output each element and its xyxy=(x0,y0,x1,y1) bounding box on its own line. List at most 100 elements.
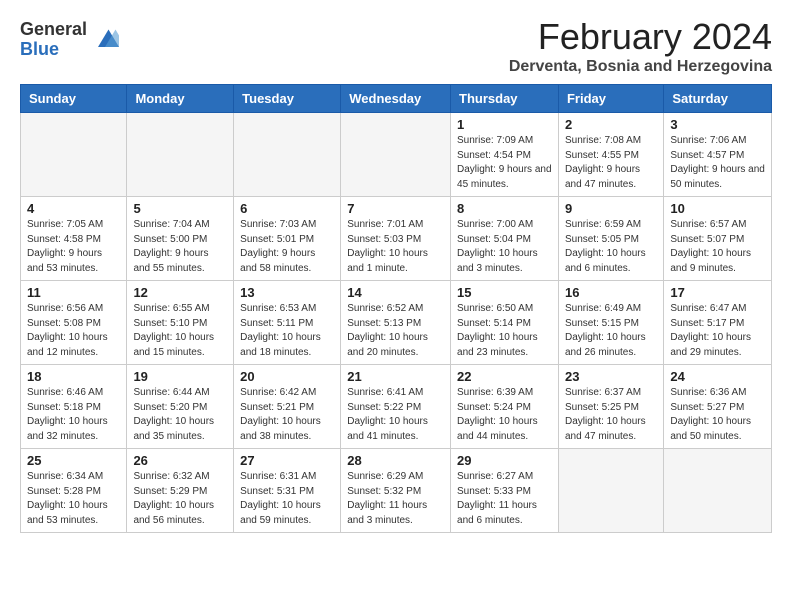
logo-blue: Blue xyxy=(20,40,87,60)
month-title: February 2024 xyxy=(509,16,772,58)
calendar-week-row: 1Sunrise: 7:09 AM Sunset: 4:54 PM Daylig… xyxy=(21,113,772,197)
calendar-header-row: SundayMondayTuesdayWednesdayThursdayFrid… xyxy=(21,85,772,113)
day-number: 9 xyxy=(565,201,657,216)
day-number: 20 xyxy=(240,369,334,384)
day-number: 19 xyxy=(133,369,227,384)
calendar-week-row: 4Sunrise: 7:05 AM Sunset: 4:58 PM Daylig… xyxy=(21,197,772,281)
day-number: 10 xyxy=(670,201,765,216)
col-header-saturday: Saturday xyxy=(664,85,772,113)
day-number: 24 xyxy=(670,369,765,384)
day-info: Sunrise: 7:09 AM Sunset: 4:54 PM Dayligh… xyxy=(457,134,552,192)
calendar-cell: 21 Sunrise: 6:41 AM Sunset: 5:22 PM Dayli… xyxy=(341,365,451,449)
day-info: Sunrise: 6:42 AM Sunset: 5:21 PM Dayligh… xyxy=(240,386,334,444)
day-number: 13 xyxy=(240,285,334,300)
day-info: Sunrise: 7:00 AM Sunset: 5:04 PM Dayligh… xyxy=(457,218,552,276)
day-number: 2 xyxy=(565,117,657,132)
day-number: 26 xyxy=(133,453,227,468)
calendar-cell: 7 Sunrise: 7:01 AM Sunset: 5:03 PM Daylig… xyxy=(341,197,451,281)
calendar-cell: 6 Sunrise: 7:03 AM Sunset: 5:01 PM Daylig… xyxy=(234,197,341,281)
day-info: Sunrise: 7:01 AM Sunset: 5:03 PM Dayligh… xyxy=(347,218,444,276)
day-info: Sunrise: 6:53 AM Sunset: 5:11 PM Dayligh… xyxy=(240,302,334,360)
day-number: 25 xyxy=(27,453,120,468)
day-number: 11 xyxy=(27,285,120,300)
day-number: 3 xyxy=(670,117,765,132)
calendar-cell: 10 Sunrise: 6:57 AM Sunset: 5:07 PM Dayli… xyxy=(664,197,772,281)
day-info: Sunrise: 6:36 AM Sunset: 5:27 PM Dayligh… xyxy=(670,386,765,444)
day-info: Sunrise: 7:06 AM Sunset: 4:57 PM Dayligh… xyxy=(670,134,765,192)
calendar-cell: 17 Sunrise: 6:47 AM Sunset: 5:17 PM Dayli… xyxy=(664,281,772,365)
day-number: 21 xyxy=(347,369,444,384)
calendar-cell: 3 Sunrise: 7:06 AM Sunset: 4:57 PM Daylig… xyxy=(664,113,772,197)
calendar-week-row: 25Sunrise: 6:34 AM Sunset: 5:28 PM Dayli… xyxy=(21,449,772,533)
day-info: Sunrise: 7:03 AM Sunset: 5:01 PM Dayligh… xyxy=(240,218,334,276)
calendar-week-row: 18 Sunrise: 6:46 AM Sunset: 5:18 PM Dayli… xyxy=(21,365,772,449)
calendar-cell xyxy=(127,113,234,197)
day-info: Sunrise: 6:31 AM Sunset: 5:31 PM Dayligh… xyxy=(240,470,334,528)
day-number: 17 xyxy=(670,285,765,300)
day-info: Sunrise: 6:57 AM Sunset: 5:07 PM Dayligh… xyxy=(670,218,765,276)
day-info: Sunrise: 6:55 AM Sunset: 5:10 PM Dayligh… xyxy=(133,302,227,360)
subtitle: Derventa, Bosnia and Herzegovina xyxy=(509,58,772,76)
calendar-cell: 5 Sunrise: 7:04 AM Sunset: 5:00 PM Daylig… xyxy=(127,197,234,281)
logo-general: General xyxy=(20,20,87,40)
calendar-cell xyxy=(664,449,772,533)
calendar-cell: 2 Sunrise: 7:08 AM Sunset: 4:55 PM Daylig… xyxy=(558,113,663,197)
day-info: Sunrise: 6:27 AM Sunset: 5:33 PM Dayligh… xyxy=(457,470,552,528)
day-info: Sunrise: 6:46 AM Sunset: 5:18 PM Dayligh… xyxy=(27,386,120,444)
day-number: 16 xyxy=(565,285,657,300)
day-number: 8 xyxy=(457,201,552,216)
day-info: Sunrise: 6:56 AM Sunset: 5:08 PM Dayligh… xyxy=(27,302,120,360)
day-number: 18 xyxy=(27,369,120,384)
col-header-thursday: Thursday xyxy=(451,85,559,113)
col-header-wednesday: Wednesday xyxy=(341,85,451,113)
day-number: 15 xyxy=(457,285,552,300)
calendar-cell: 23 Sunrise: 6:37 AM Sunset: 5:25 PM Dayli… xyxy=(558,365,663,449)
calendar-cell: 13 Sunrise: 6:53 AM Sunset: 5:11 PM Dayli… xyxy=(234,281,341,365)
title-area: February 2024 Derventa, Bosnia and Herze… xyxy=(509,16,772,76)
calendar-cell xyxy=(234,113,341,197)
day-info: Sunrise: 6:37 AM Sunset: 5:25 PM Dayligh… xyxy=(565,386,657,444)
calendar-cell: 1Sunrise: 7:09 AM Sunset: 4:54 PM Daylig… xyxy=(451,113,559,197)
calendar-cell: 4Sunrise: 7:05 AM Sunset: 4:58 PM Daylig… xyxy=(21,197,127,281)
calendar-cell: 9 Sunrise: 6:59 AM Sunset: 5:05 PM Daylig… xyxy=(558,197,663,281)
day-number: 22 xyxy=(457,369,552,384)
day-number: 14 xyxy=(347,285,444,300)
calendar-cell: 15 Sunrise: 6:50 AM Sunset: 5:14 PM Dayli… xyxy=(451,281,559,365)
day-info: Sunrise: 6:50 AM Sunset: 5:14 PM Dayligh… xyxy=(457,302,552,360)
day-info: Sunrise: 6:52 AM Sunset: 5:13 PM Dayligh… xyxy=(347,302,444,360)
calendar-cell: 28Sunrise: 6:29 AM Sunset: 5:32 PM Dayli… xyxy=(341,449,451,533)
header: General Blue February 2024 Derventa, Bos… xyxy=(20,16,772,76)
day-info: Sunrise: 6:32 AM Sunset: 5:29 PM Dayligh… xyxy=(133,470,227,528)
day-info: Sunrise: 6:41 AM Sunset: 5:22 PM Dayligh… xyxy=(347,386,444,444)
calendar-cell: 24 Sunrise: 6:36 AM Sunset: 5:27 PM Dayli… xyxy=(664,365,772,449)
calendar-cell: 27 Sunrise: 6:31 AM Sunset: 5:31 PM Dayli… xyxy=(234,449,341,533)
calendar-cell: 11 Sunrise: 6:56 AM Sunset: 5:08 PM Dayli… xyxy=(21,281,127,365)
calendar-cell: 29Sunrise: 6:27 AM Sunset: 5:33 PM Dayli… xyxy=(451,449,559,533)
day-info: Sunrise: 7:05 AM Sunset: 4:58 PM Dayligh… xyxy=(27,218,120,276)
day-info: Sunrise: 6:59 AM Sunset: 5:05 PM Dayligh… xyxy=(565,218,657,276)
calendar-cell xyxy=(558,449,663,533)
day-info: Sunrise: 6:44 AM Sunset: 5:20 PM Dayligh… xyxy=(133,386,227,444)
day-number: 23 xyxy=(565,369,657,384)
day-number: 28 xyxy=(347,453,444,468)
day-info: Sunrise: 6:49 AM Sunset: 5:15 PM Dayligh… xyxy=(565,302,657,360)
day-number: 27 xyxy=(240,453,334,468)
col-header-friday: Friday xyxy=(558,85,663,113)
calendar-cell: 26 Sunrise: 6:32 AM Sunset: 5:29 PM Dayli… xyxy=(127,449,234,533)
day-info: Sunrise: 6:47 AM Sunset: 5:17 PM Dayligh… xyxy=(670,302,765,360)
day-number: 5 xyxy=(133,201,227,216)
day-number: 12 xyxy=(133,285,227,300)
col-header-tuesday: Tuesday xyxy=(234,85,341,113)
day-number: 6 xyxy=(240,201,334,216)
logo-icon xyxy=(91,26,119,54)
day-info: Sunrise: 7:04 AM Sunset: 5:00 PM Dayligh… xyxy=(133,218,227,276)
calendar-cell: 16 Sunrise: 6:49 AM Sunset: 5:15 PM Dayli… xyxy=(558,281,663,365)
day-number: 7 xyxy=(347,201,444,216)
calendar-cell: 19 Sunrise: 6:44 AM Sunset: 5:20 PM Dayli… xyxy=(127,365,234,449)
day-info: Sunrise: 6:39 AM Sunset: 5:24 PM Dayligh… xyxy=(457,386,552,444)
calendar-cell: 14 Sunrise: 6:52 AM Sunset: 5:13 PM Dayli… xyxy=(341,281,451,365)
day-info: Sunrise: 7:08 AM Sunset: 4:55 PM Dayligh… xyxy=(565,134,657,192)
col-header-monday: Monday xyxy=(127,85,234,113)
calendar-cell: 22 Sunrise: 6:39 AM Sunset: 5:24 PM Dayli… xyxy=(451,365,559,449)
calendar: SundayMondayTuesdayWednesdayThursdayFrid… xyxy=(20,84,772,533)
